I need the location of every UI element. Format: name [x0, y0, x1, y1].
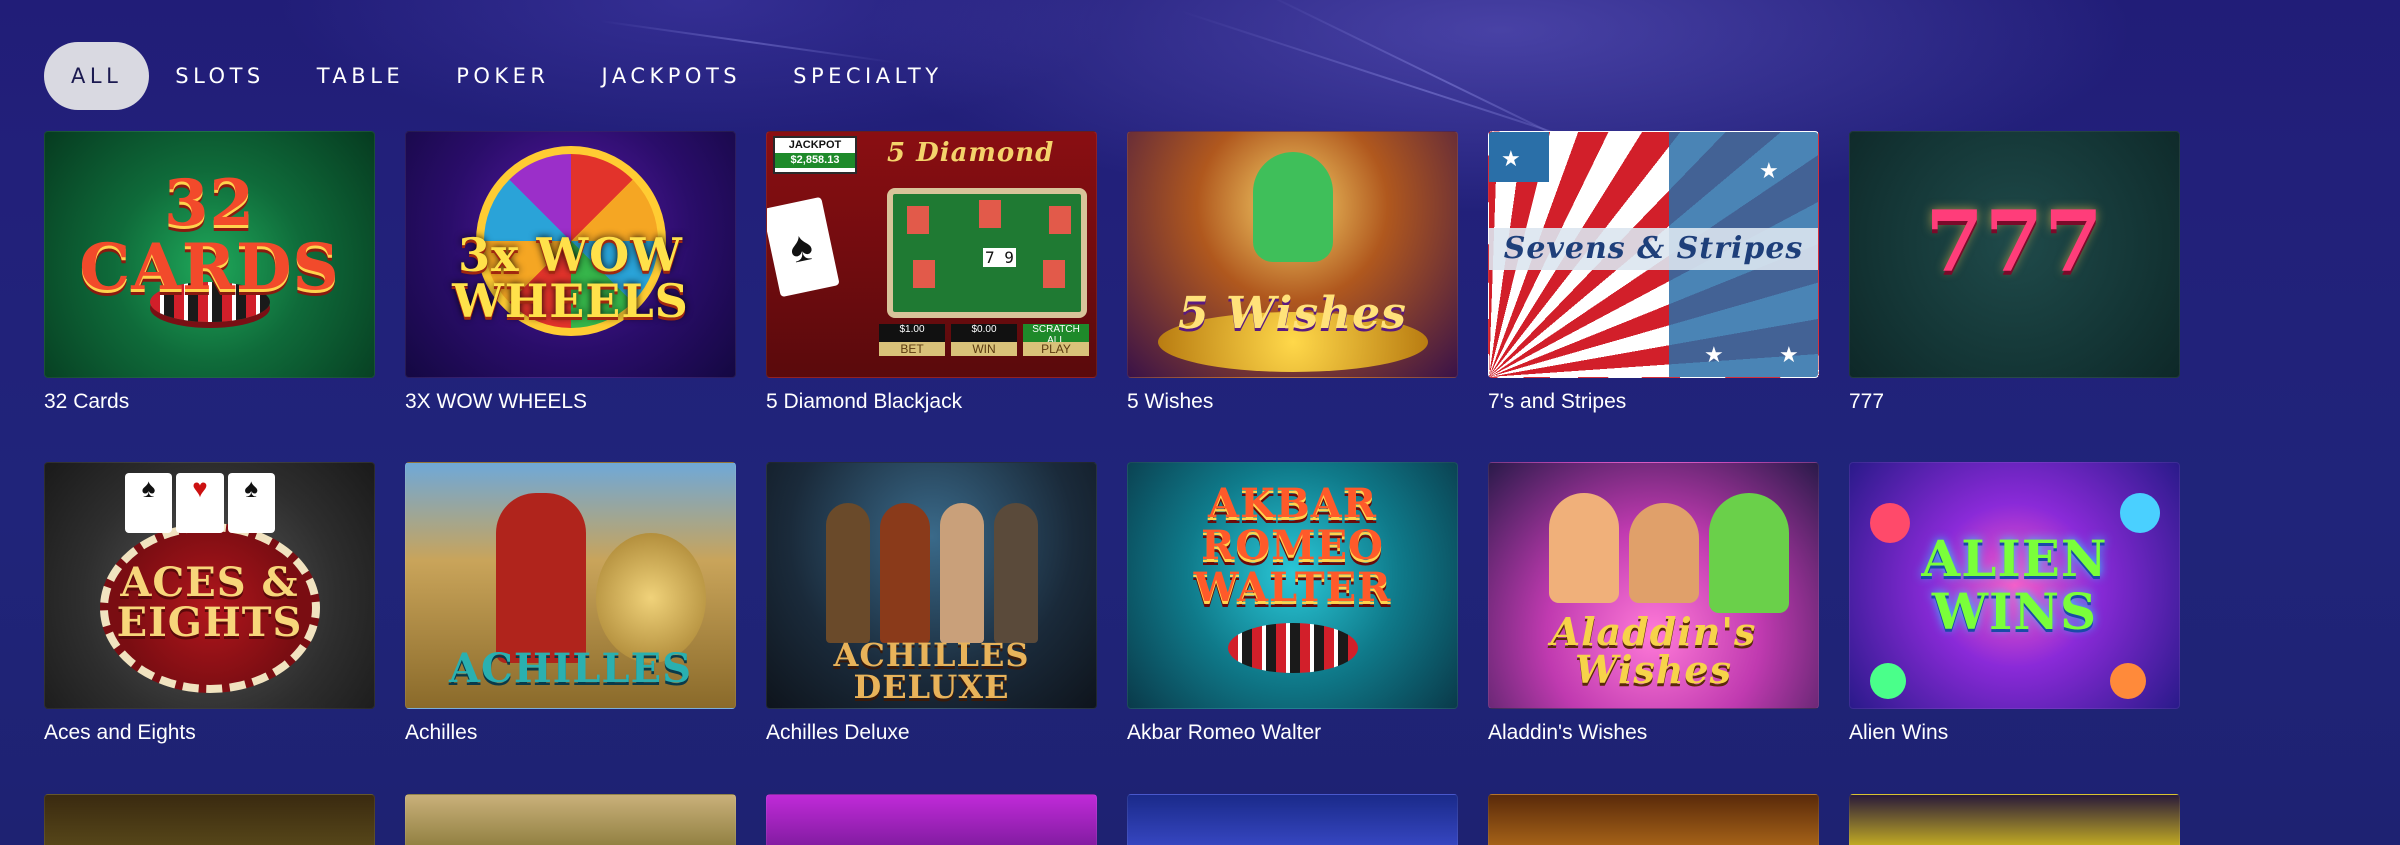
game-thumbnail[interactable] [766, 794, 1097, 845]
game-title: Achilles Deluxe [766, 721, 910, 744]
ace-spade-card: ♠ [767, 196, 840, 298]
card-slot [1043, 260, 1065, 288]
game-thumbnail[interactable] [1849, 794, 2180, 845]
genie-figure [1253, 152, 1333, 262]
game-card-7s-and-stripes[interactable]: ★ ★ ★ ★ Sevens & Stripes 7's and Stripes [1488, 131, 1819, 462]
character-group [817, 503, 1047, 643]
casino-lobby-page: ALL SLOTS TABLE POKER JACKPOTS SPECIALTY… [0, 0, 2400, 845]
aladdin-figure [1629, 503, 1699, 603]
game-thumbnail[interactable]: ACHILLES DELUXE [766, 462, 1097, 709]
star-icon: ★ [1501, 146, 1521, 171]
game-thumbnail[interactable]: ★ ★ ★ ★ Sevens & Stripes [1488, 131, 1819, 378]
star-icon: ★ [1704, 342, 1724, 367]
game-title: Aces and Eights [44, 721, 196, 744]
game-logo: ALIEN WINS [1921, 529, 2108, 641]
card-slot [979, 200, 1001, 228]
game-thumbnail[interactable]: AKBAR ROMEO WALTER [1127, 462, 1458, 709]
card-slot [913, 260, 935, 288]
game-logo: Aladdin's Wishes [1550, 609, 1757, 692]
game-logo: 32 CARDS [79, 166, 340, 305]
star-icon: ★ [1759, 158, 1779, 183]
princess-figure [1549, 493, 1619, 603]
game-title: Alien Wins [1849, 721, 1949, 744]
game-thumbnail[interactable] [1127, 794, 1458, 845]
game-card-5-wishes[interactable]: 5 Wishes 5 Wishes [1127, 131, 1458, 462]
jackpot-display: JACKPOT $2,858.13 [773, 136, 857, 174]
game-card-achilles[interactable]: ACHILLES Achilles [405, 462, 736, 793]
genie-figure [1709, 493, 1789, 613]
game-card-achilles-deluxe[interactable]: ACHILLES DELUXE Achilles Deluxe [766, 462, 1097, 793]
game-card-777[interactable]: 777 777 [1849, 131, 2180, 462]
playing-cards: ♠ ♥ ♠ [125, 473, 275, 533]
game-thumbnail[interactable]: ALIEN WINS [1849, 462, 2180, 709]
game-grid-partial-row [44, 794, 2180, 845]
game-grid: 32 CARDS 32 Cards 3x WOW WHEELS 3X WOW W… [44, 131, 2180, 793]
game-logo: Sevens & Stripes [1489, 228, 1818, 270]
game-title: 5 Diamond Blackjack [766, 390, 963, 413]
game-title: 7's and Stripes [1488, 390, 1627, 413]
chip-stack-icon [1228, 623, 1358, 673]
game-thumbnail[interactable]: JACKPOT $2,858.13 5 Diamond 7 9 ♠ $1.00 … [766, 131, 1097, 378]
star-icon: ★ [1779, 342, 1799, 367]
alien-icon [2120, 493, 2160, 533]
win-button: WIN [951, 342, 1017, 356]
jackpot-value: $2,858.13 [775, 153, 855, 168]
tab-specialty[interactable]: SPECIALTY [767, 42, 968, 110]
game-title: 777 [1849, 390, 1885, 413]
game-thumbnail[interactable]: 777 [1849, 131, 2180, 378]
tab-all[interactable]: ALL [44, 42, 150, 110]
game-logo: 3x WOW WHEELS [452, 228, 689, 328]
game-thumbnail[interactable]: 5 Wishes [1127, 131, 1458, 378]
game-logo: ACHILLES DELUXE [833, 636, 1030, 706]
tab-poker[interactable]: POKER [430, 42, 575, 110]
game-title: Aladdin's Wishes [1488, 721, 1648, 744]
game-title: 3X WOW WHEELS [405, 390, 588, 413]
shield-icon [596, 533, 706, 663]
warrior-figure [496, 493, 586, 663]
game-card-5-diamond-blackjack[interactable]: JACKPOT $2,858.13 5 Diamond 7 9 ♠ $1.00 … [766, 131, 1097, 462]
card-slot [1049, 206, 1071, 234]
game-thumbnail[interactable] [44, 794, 375, 845]
game-thumbnail[interactable]: ACHILLES [405, 462, 736, 709]
game-logo: 5 Diamond [887, 138, 1055, 168]
card-slot [907, 206, 929, 234]
game-card-akbar-romeo-walter[interactable]: AKBAR ROMEO WALTER Akbar Romeo Walter [1127, 462, 1458, 793]
game-title: 5 Wishes [1127, 390, 1214, 413]
bet-button: BET [879, 342, 945, 356]
game-thumbnail[interactable]: 32 CARDS [44, 131, 375, 378]
game-title: 32 Cards [44, 390, 130, 413]
play-button: PLAY [1023, 342, 1089, 356]
game-title: Achilles [405, 721, 478, 744]
game-card-aces-and-eights[interactable]: ♠ ♥ ♠ ACES & EIGHTS Aces and Eights [44, 462, 375, 793]
game-thumbnail[interactable]: Aladdin's Wishes [1488, 462, 1819, 709]
game-logo: ACES & EIGHTS [116, 559, 303, 646]
tab-jackpots[interactable]: JACKPOTS [576, 42, 768, 110]
action-buttons: BET WIN PLAY [879, 342, 1089, 356]
alien-icon [1870, 663, 1906, 699]
game-card-32-cards[interactable]: 32 CARDS 32 Cards [44, 131, 375, 462]
jackpot-label: JACKPOT [788, 139, 842, 151]
game-thumbnail[interactable] [405, 794, 736, 845]
game-logo: ACHILLES [449, 645, 692, 692]
game-title: Akbar Romeo Walter [1127, 721, 1322, 744]
game-category-tabs: ALL SLOTS TABLE POKER JACKPOTS SPECIALTY [44, 42, 969, 110]
tab-table[interactable]: TABLE [291, 42, 430, 110]
alien-icon [2110, 663, 2146, 699]
tab-slots[interactable]: SLOTS [149, 42, 290, 110]
game-card-aladdins-wishes[interactable]: Aladdin's Wishes Aladdin's Wishes [1488, 462, 1819, 793]
game-thumbnail[interactable] [1488, 794, 1819, 845]
game-logo: 5 Wishes [1178, 288, 1407, 339]
card-table-felt: 7 9 [887, 188, 1087, 318]
game-logo: 777 [1925, 192, 2104, 291]
game-card-alien-wins[interactable]: ALIEN WINS Alien Wins [1849, 462, 2180, 793]
game-card-3x-wow-wheels[interactable]: 3x WOW WHEELS 3X WOW WHEELS [405, 131, 736, 462]
game-thumbnail[interactable]: ♠ ♥ ♠ ACES & EIGHTS [44, 462, 375, 709]
game-logo: AKBAR ROMEO WALTER [1193, 480, 1392, 611]
dealt-cards: 7 9 [983, 248, 1016, 267]
game-thumbnail[interactable]: 3x WOW WHEELS [405, 131, 736, 378]
